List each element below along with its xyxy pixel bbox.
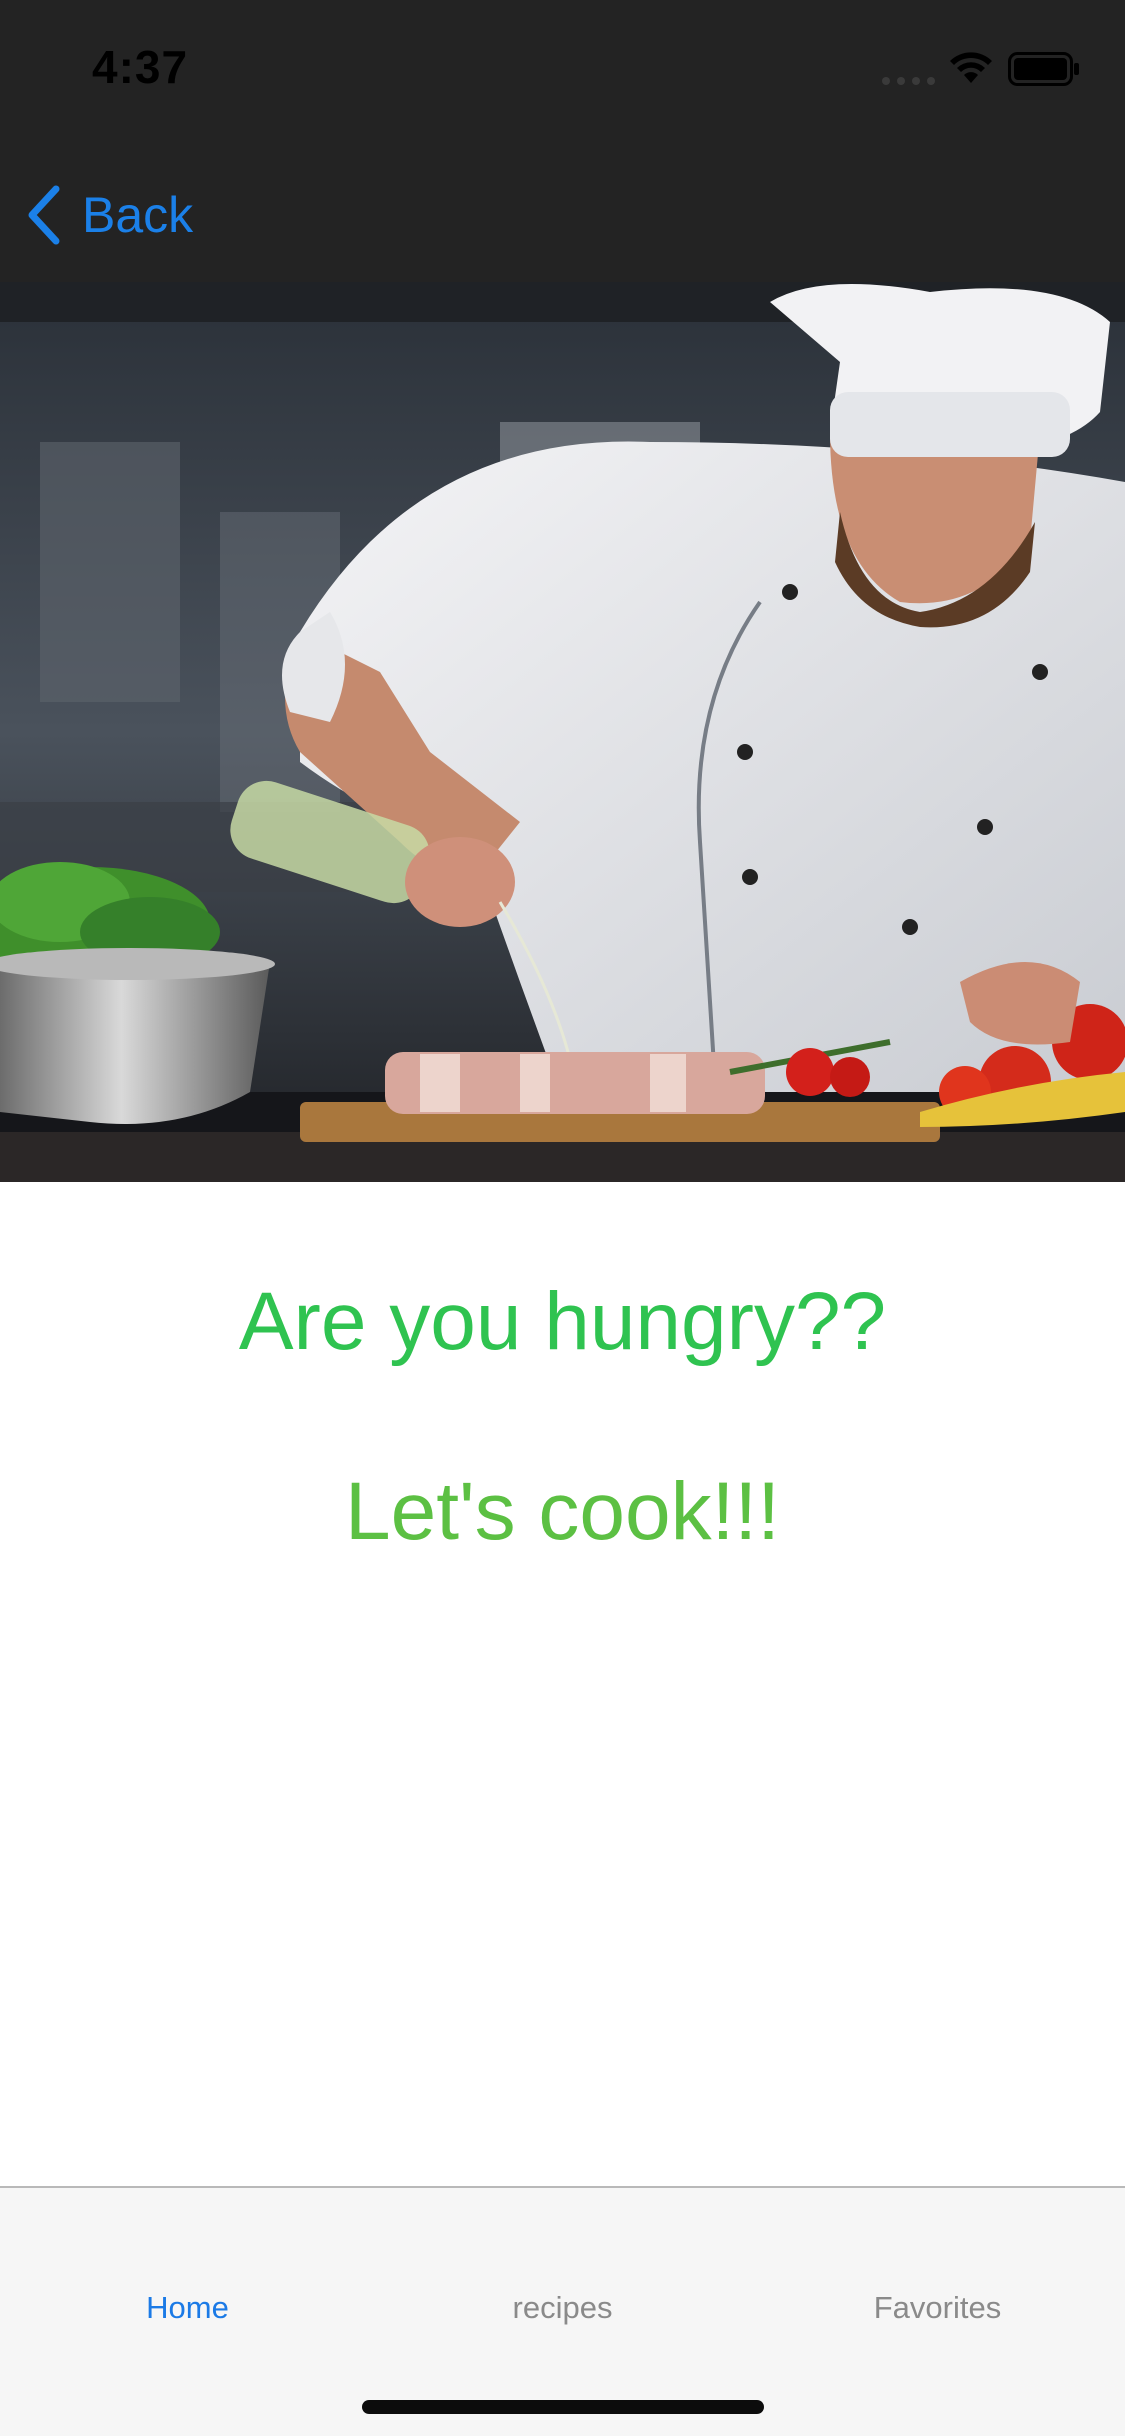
tab-recipes[interactable]: recipes [375,2290,750,2326]
tab-bar: Home recipes Favorites [0,2186,1125,2436]
status-time: 4:37 [92,41,189,93]
back-label: Back [82,187,194,243]
chef-cooking-photo [0,282,1125,1182]
status-bar: 4:37 [0,0,1125,140]
wifi-icon [950,52,992,83]
back-button[interactable]: Back [24,180,193,250]
signal-icon [882,77,935,85]
tab-home[interactable]: Home [0,2290,375,2326]
tab-favorites[interactable]: Favorites [750,2290,1125,2326]
home-indicator[interactable] [362,2400,764,2414]
app-screen: 4:37 Back Are you hungry?? Let's cook!!!… [0,0,1125,2436]
battery-icon [1008,52,1079,86]
subheadline-text: Let's cook!!! [345,1466,780,1557]
chevron-left-icon [28,185,60,245]
navigation-bar: Back [0,140,1125,282]
headline-text: Are you hungry?? [238,1276,887,1367]
